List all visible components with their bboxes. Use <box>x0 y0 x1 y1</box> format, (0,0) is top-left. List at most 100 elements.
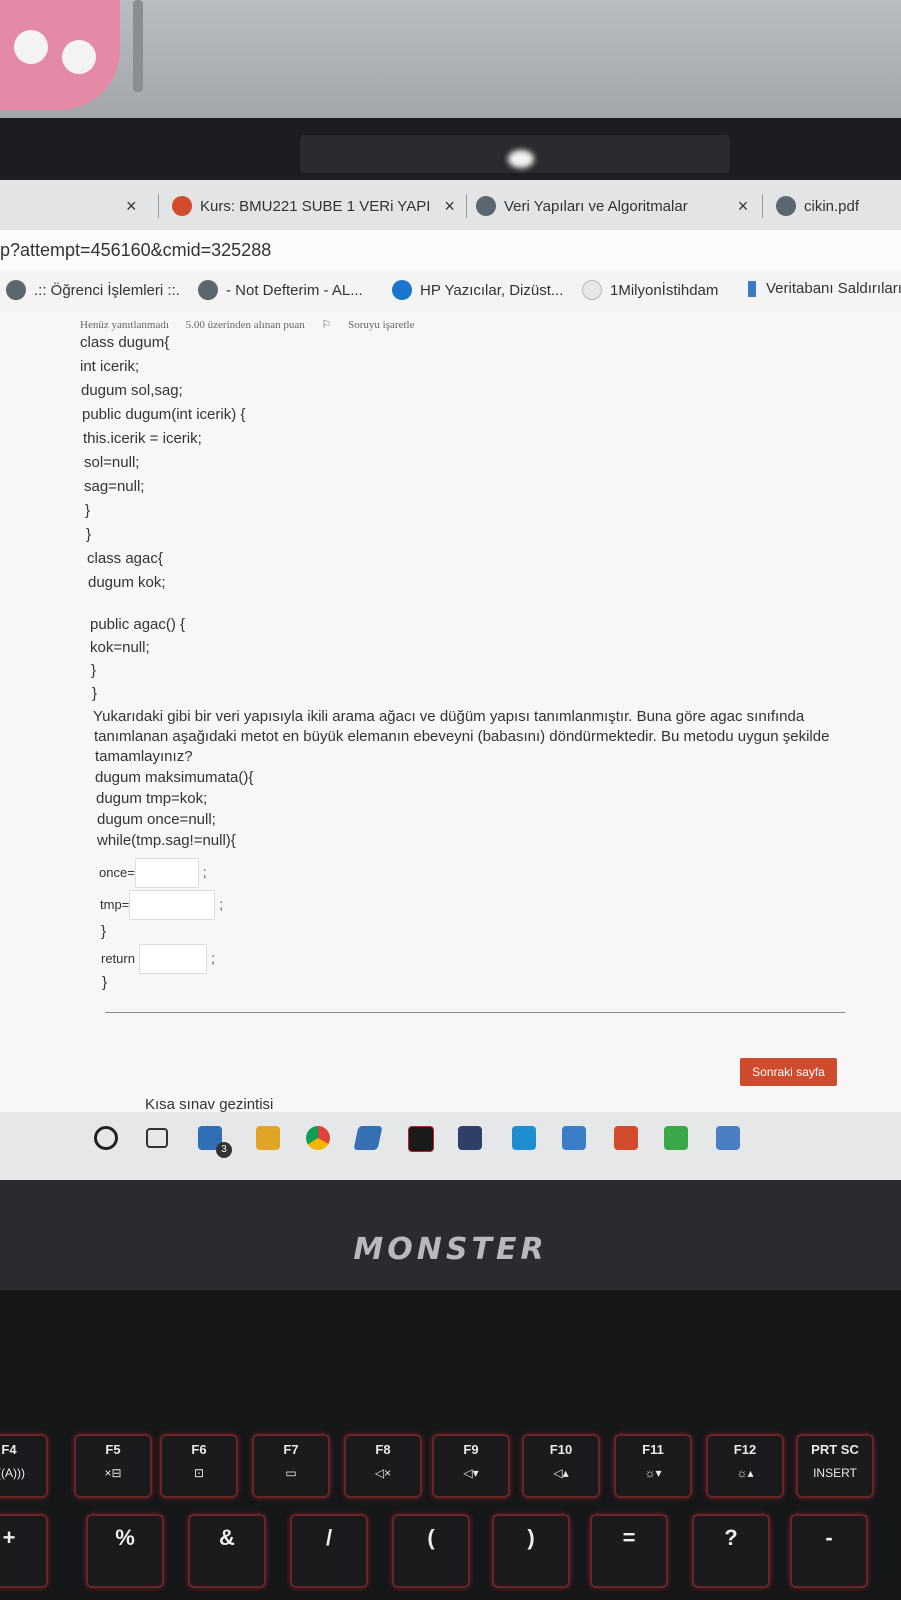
question-points: 5.00 üzerinden alınan puan <box>185 319 305 331</box>
key-f5[interactable]: F5 ×⊟ <box>74 1434 152 1498</box>
light-glare <box>508 150 534 168</box>
quiz-content: Henüz yanıtlanmadı 5.00 üzerinden alınan… <box>0 312 901 1180</box>
tab-course-close-icon[interactable]: × <box>444 196 455 217</box>
quiz-navigation-heading: Kısa sınav gezintisi <box>145 1096 274 1113</box>
bookmark-veritabani[interactable]: Veritabanı Saldırıları <box>748 280 901 297</box>
store-icon[interactable] <box>353 1126 383 1150</box>
once-label: once= <box>99 864 135 880</box>
key-plus[interactable]: + <box>0 1514 48 1588</box>
key-8[interactable]: ( <box>392 1514 470 1588</box>
bookmark-1milyon[interactable]: 1Milyonİstihdam <box>582 280 718 300</box>
method-line: dugum maksimumata(){ <box>95 769 254 786</box>
return-row: return ; <box>101 944 215 974</box>
return-answer-input[interactable] <box>139 944 208 974</box>
method-line: dugum tmp=kok; <box>96 790 208 807</box>
globe-icon <box>476 196 496 216</box>
key-f12[interactable]: F12 ☼▴ <box>706 1434 784 1498</box>
key-f11[interactable]: F11 ☼▾ <box>614 1434 692 1498</box>
tab-separator <box>762 194 763 218</box>
bookmarks-bar: .:: Öğrenci İşlemleri ::. - Not Defterim… <box>0 270 901 313</box>
key-0[interactable]: = <box>590 1514 668 1588</box>
divider <box>105 1012 845 1013</box>
close-brace: } <box>101 923 107 940</box>
tab-algorithms[interactable]: Veri Yapıları ve Algoritmalar × <box>476 188 748 224</box>
bookmark-not-defterim[interactable]: - Not Defterim - AL... <box>198 280 363 300</box>
keyboard-deck: F4(((A))) F5×⊟ F6⊡ F7▭ F8◁× F9◁▾ F10◁▴ F… <box>0 1290 901 1600</box>
code-line: sol=null; <box>84 454 140 471</box>
key-7[interactable]: / <box>290 1514 368 1588</box>
office-icon[interactable] <box>614 1126 638 1150</box>
3d-box-icon[interactable] <box>458 1126 482 1150</box>
method-line: dugum once=null; <box>97 811 216 828</box>
code-line: kok=null; <box>90 639 150 656</box>
windows-taskbar: 3 <box>0 1112 901 1180</box>
instagram-icon[interactable] <box>562 1126 586 1150</box>
method-line: while(tmp.sag!=null){ <box>97 832 236 849</box>
tab-close-button[interactable]: × <box>126 188 137 224</box>
globe-icon <box>6 280 26 300</box>
photos-icon[interactable] <box>716 1126 740 1150</box>
camera-icon[interactable] <box>664 1126 688 1150</box>
cortana-icon[interactable] <box>94 1126 118 1150</box>
tmp-answer-input[interactable] <box>129 890 216 920</box>
address-bar[interactable]: p?attempt=456160&cmid=325288 <box>0 230 901 270</box>
end-brace: } <box>102 974 108 991</box>
cable <box>133 0 143 92</box>
question-meta: Henüz yanıtlanmadı 5.00 üzerinden alınan… <box>80 318 442 331</box>
key-prtsc-insert[interactable]: PRT SC INSERT <box>796 1434 874 1498</box>
code-line: } <box>92 685 98 702</box>
key-5[interactable]: % <box>86 1514 164 1588</box>
code-line: dugum sol,sag; <box>81 382 183 399</box>
code-line: public agac() { <box>90 616 186 633</box>
bookmark-hp[interactable]: HP Yazıcılar, Dizüst... <box>392 280 563 300</box>
question-prompt-line: tanımlanan aşağıdaki metot en büyük elem… <box>94 728 830 745</box>
code-line: dugum kok; <box>88 574 166 591</box>
tab-course[interactable]: Kurs: BMU221 SUBE 1 VERi YAPI × <box>172 188 455 224</box>
chrome-icon[interactable] <box>306 1126 330 1150</box>
moodle-icon <box>172 196 192 216</box>
code-line: class dugum{ <box>80 334 170 351</box>
file-explorer-icon[interactable] <box>256 1126 280 1150</box>
return-label: return <box>101 950 135 966</box>
code-line: } <box>91 662 97 679</box>
code-line: } <box>85 502 91 519</box>
once-answer-input[interactable] <box>134 858 199 888</box>
key-f10[interactable]: F10 ◁▴ <box>522 1434 600 1498</box>
laptop-screen: × Kurs: BMU221 SUBE 1 VERi YAPI × Veri Y… <box>0 180 901 1180</box>
task-view-icon[interactable] <box>146 1128 168 1148</box>
code-line: class agac{ <box>87 550 163 567</box>
key-question[interactable]: ? <box>692 1514 770 1588</box>
toy-eye <box>14 30 48 64</box>
tab-course-label: Kurs: BMU221 SUBE 1 VERi YAPI <box>200 197 431 215</box>
key-f8[interactable]: F8 ◁× <box>344 1434 422 1498</box>
toy-eye <box>62 40 96 74</box>
key-f7[interactable]: F7 ▭ <box>252 1434 330 1498</box>
flag-question-link[interactable]: ⚐ Soruyu işaretle <box>322 319 429 331</box>
next-page-button[interactable]: Sonraki sayfa <box>740 1058 837 1086</box>
netflix-icon[interactable] <box>408 1126 434 1152</box>
globe-icon <box>776 196 796 216</box>
tab-separator <box>158 194 159 218</box>
flag-icon: ⚐ <box>321 319 335 331</box>
key-6[interactable]: & <box>188 1514 266 1588</box>
blocked-icon <box>582 280 602 300</box>
tab-pdf[interactable]: cikin.pdf <box>776 188 859 224</box>
code-line: public dugum(int icerik) { <box>82 406 246 423</box>
hp-logo-icon <box>392 280 412 300</box>
code-line: this.icerik = icerik; <box>83 430 202 447</box>
brand-logo: MONSTER <box>353 1232 548 1267</box>
key-9[interactable]: ) <box>492 1514 570 1588</box>
key-minus[interactable]: - <box>790 1514 868 1588</box>
question-prompt-line: tamamlayınız? <box>95 748 193 765</box>
tab-algorithms-close-icon[interactable]: × <box>738 196 749 217</box>
tmp-row: tmp=; <box>100 890 223 920</box>
key-f9[interactable]: F9 ◁▾ <box>432 1434 510 1498</box>
bookmark-ogrenci[interactable]: .:: Öğrenci İşlemleri ::. <box>6 280 180 300</box>
code-line: sag=null; <box>84 478 145 495</box>
once-row: once=; <box>99 858 207 888</box>
tab-algorithms-label: Veri Yapıları ve Algoritmalar <box>504 197 688 215</box>
twitter-icon[interactable] <box>512 1126 536 1150</box>
key-f4[interactable]: F4(((A))) <box>0 1434 48 1498</box>
url-text[interactable]: p?attempt=456160&cmid=325288 <box>0 240 271 260</box>
key-f6[interactable]: F6 ⊡ <box>160 1434 238 1498</box>
